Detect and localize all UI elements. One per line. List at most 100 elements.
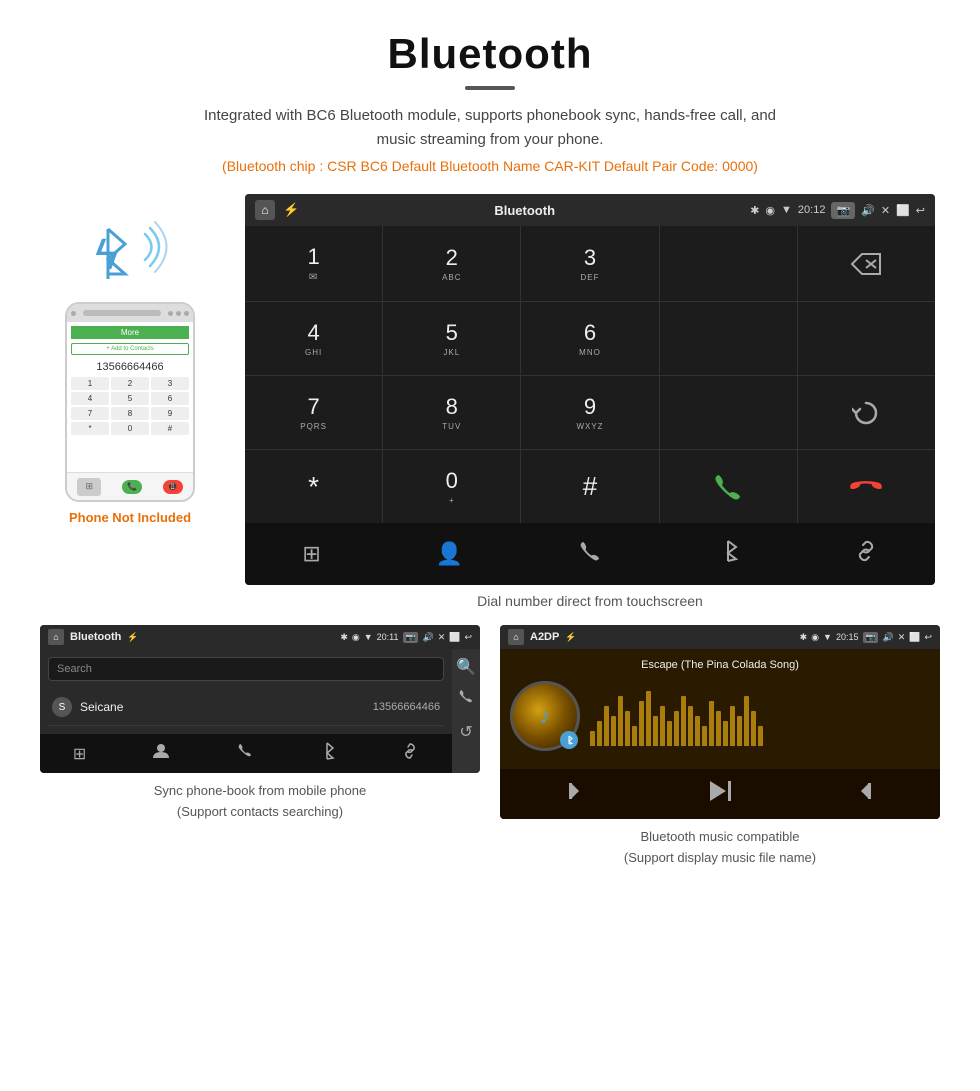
- next-button[interactable]: [849, 779, 873, 809]
- phone-not-included-label: Phone Not Included: [69, 510, 191, 525]
- phone-section: ϟ More + Add to Contacts 13566664466: [40, 214, 220, 525]
- main-content: ϟ More + Add to Contacts 13566664466: [0, 184, 980, 609]
- pb-search-icon[interactable]: 🔍: [456, 657, 476, 677]
- music-main-area: ♪: [510, 681, 930, 751]
- location-icon: ◉: [765, 204, 775, 217]
- contact-phone: 13566664466: [373, 701, 440, 713]
- pb-nav-link[interactable]: [401, 742, 419, 765]
- call-red-button[interactable]: [798, 450, 935, 523]
- music-loc-icon: ◉: [811, 632, 819, 643]
- pb-nav-phone[interactable]: [236, 742, 254, 765]
- phone-call-button[interactable]: 📞: [122, 480, 142, 494]
- pb-home-icon[interactable]: ⌂: [48, 629, 64, 645]
- screen-icon[interactable]: ⬜: [896, 204, 910, 217]
- backspace-button[interactable]: [798, 226, 935, 301]
- music-close[interactable]: ✕: [898, 632, 906, 643]
- nav-contacts-icon[interactable]: 👤: [420, 535, 479, 573]
- music-note-icon: ♪: [540, 703, 551, 729]
- phonebook-right-icons: 🔍 ↺: [452, 649, 480, 773]
- nav-phone-icon[interactable]: [562, 533, 618, 575]
- phonebook-caption: Sync phone-book from mobile phone (Suppo…: [154, 781, 366, 823]
- camera-btn[interactable]: 📷: [831, 202, 855, 219]
- pb-bt-icon: ✱: [340, 632, 348, 643]
- dial-key-6[interactable]: 6MNO: [521, 302, 658, 375]
- album-art-wrap: ♪: [510, 681, 580, 751]
- pb-loc-icon: ◉: [352, 632, 360, 643]
- prev-button[interactable]: [567, 779, 591, 809]
- pb-back[interactable]: ↩: [464, 632, 472, 643]
- page-header: Bluetooth Integrated with BC6 Bluetooth …: [0, 0, 980, 184]
- music-section: ⌂ A2DP ⚡ ✱ ◉ ▼ 20:15 📷 🔊 ✕ ⬜ ↩ Escape: [500, 625, 940, 869]
- phone-end-button[interactable]: 📵: [163, 480, 183, 494]
- dial-empty-1: [660, 226, 797, 301]
- dial-key-hash[interactable]: #: [521, 450, 658, 523]
- dial-caption: Dial number direct from touchscreen: [477, 593, 703, 609]
- pb-nav-keypad[interactable]: ⊞: [73, 744, 86, 764]
- pb-close[interactable]: ✕: [438, 632, 446, 643]
- music-app-name: A2DP: [530, 631, 559, 643]
- album-bt-badge: [560, 731, 578, 749]
- dial-key-0[interactable]: 0+: [383, 450, 520, 523]
- dial-key-9[interactable]: 9WXYZ: [521, 376, 658, 449]
- music-bt-icon: ✱: [800, 632, 808, 643]
- music-camera[interactable]: 📷: [863, 632, 879, 643]
- call-green-button[interactable]: [660, 450, 797, 523]
- contact-row[interactable]: S Seicane 13566664466: [48, 689, 444, 726]
- phonebook-layout: Search S Seicane 13566664466 ⊞: [40, 649, 480, 773]
- car-screen-section: ⌂ ⚡ Bluetooth ✱ ◉ ▼ 20:12 📷 🔊 ✕ ⬜ ↩: [240, 194, 940, 609]
- dial-key-5[interactable]: 5JKL: [383, 302, 520, 375]
- nav-bluetooth-icon[interactable]: [701, 533, 755, 575]
- dial-key-7[interactable]: 7PQRS: [245, 376, 382, 449]
- dial-empty-3: [798, 302, 935, 375]
- pb-camera[interactable]: 📷: [403, 632, 419, 643]
- music-vol[interactable]: 🔊: [882, 632, 893, 643]
- dial-key-8[interactable]: 8TUV: [383, 376, 520, 449]
- music-visualizer: [590, 686, 930, 746]
- pb-nav-bt[interactable]: [319, 742, 335, 765]
- dial-empty-2: [660, 302, 797, 375]
- dial-key-star[interactable]: *: [245, 450, 382, 523]
- dial-key-4[interactable]: 4GHI: [245, 302, 382, 375]
- music-wifi-icon: ▼: [823, 632, 832, 642]
- phonebook-content: Search S Seicane 13566664466: [40, 649, 452, 734]
- pb-vol[interactable]: 🔊: [422, 632, 433, 643]
- bottom-screens: ⌂ Bluetooth ⚡ ✱ ◉ ▼ 20:11 📷 🔊 ✕ ⬜ ↩: [0, 609, 980, 889]
- phone-bottom-bar: ⊞ 📞 📵: [67, 472, 193, 500]
- dial-key-2[interactable]: 2ABC: [383, 226, 520, 301]
- pb-refresh-icon[interactable]: ↺: [456, 722, 476, 742]
- contact-letter: S: [52, 697, 72, 717]
- pb-screen[interactable]: ⬜: [449, 632, 460, 643]
- phone-add-contact: + Add to Contacts: [71, 343, 189, 355]
- pb-nav-person[interactable]: [152, 742, 170, 765]
- playpause-button[interactable]: [706, 779, 734, 809]
- car-status-bar: ⌂ ⚡ Bluetooth ✱ ◉ ▼ 20:12 📷 🔊 ✕ ⬜ ↩: [245, 194, 935, 226]
- bluetooth-wifi-icon: ϟ: [90, 214, 170, 294]
- car-app-name: Bluetooth: [494, 203, 555, 218]
- page-description: Integrated with BC6 Bluetooth module, su…: [190, 104, 790, 152]
- close-icon[interactable]: ✕: [881, 204, 890, 217]
- volume-icon[interactable]: 🔊: [861, 204, 875, 217]
- nav-keypad-icon[interactable]: ⊞: [286, 535, 336, 573]
- nav-link-icon[interactable]: [838, 533, 894, 575]
- music-screen-icon[interactable]: ⬜: [909, 632, 920, 643]
- pb-phone-icon[interactable]: [456, 689, 476, 710]
- pb-app-name: Bluetooth: [70, 631, 121, 643]
- dial-empty-4: [660, 376, 797, 449]
- search-bar[interactable]: Search: [48, 657, 444, 681]
- usb-icon: ⚡: [283, 202, 299, 218]
- dial-key-1[interactable]: 1✉: [245, 226, 382, 301]
- music-back[interactable]: ↩: [924, 632, 932, 643]
- music-caption: Bluetooth music compatible (Support disp…: [624, 827, 816, 869]
- pb-time: 20:11: [377, 632, 399, 642]
- home-icon[interactable]: ⌂: [255, 200, 275, 220]
- refresh-button[interactable]: [798, 376, 935, 449]
- pb-usb-icon: ⚡: [127, 632, 138, 643]
- dial-key-3[interactable]: 3DEF: [521, 226, 658, 301]
- back-icon[interactable]: ↩: [916, 204, 925, 217]
- time-display: 20:12: [798, 204, 826, 216]
- music-home-icon[interactable]: ⌂: [508, 629, 524, 645]
- song-title: Escape (The Pina Colada Song): [641, 659, 799, 671]
- music-controls: [500, 769, 940, 819]
- phonebook-status-bar: ⌂ Bluetooth ⚡ ✱ ◉ ▼ 20:11 📷 🔊 ✕ ⬜ ↩: [40, 625, 480, 649]
- phone-green-bar: More: [71, 326, 189, 339]
